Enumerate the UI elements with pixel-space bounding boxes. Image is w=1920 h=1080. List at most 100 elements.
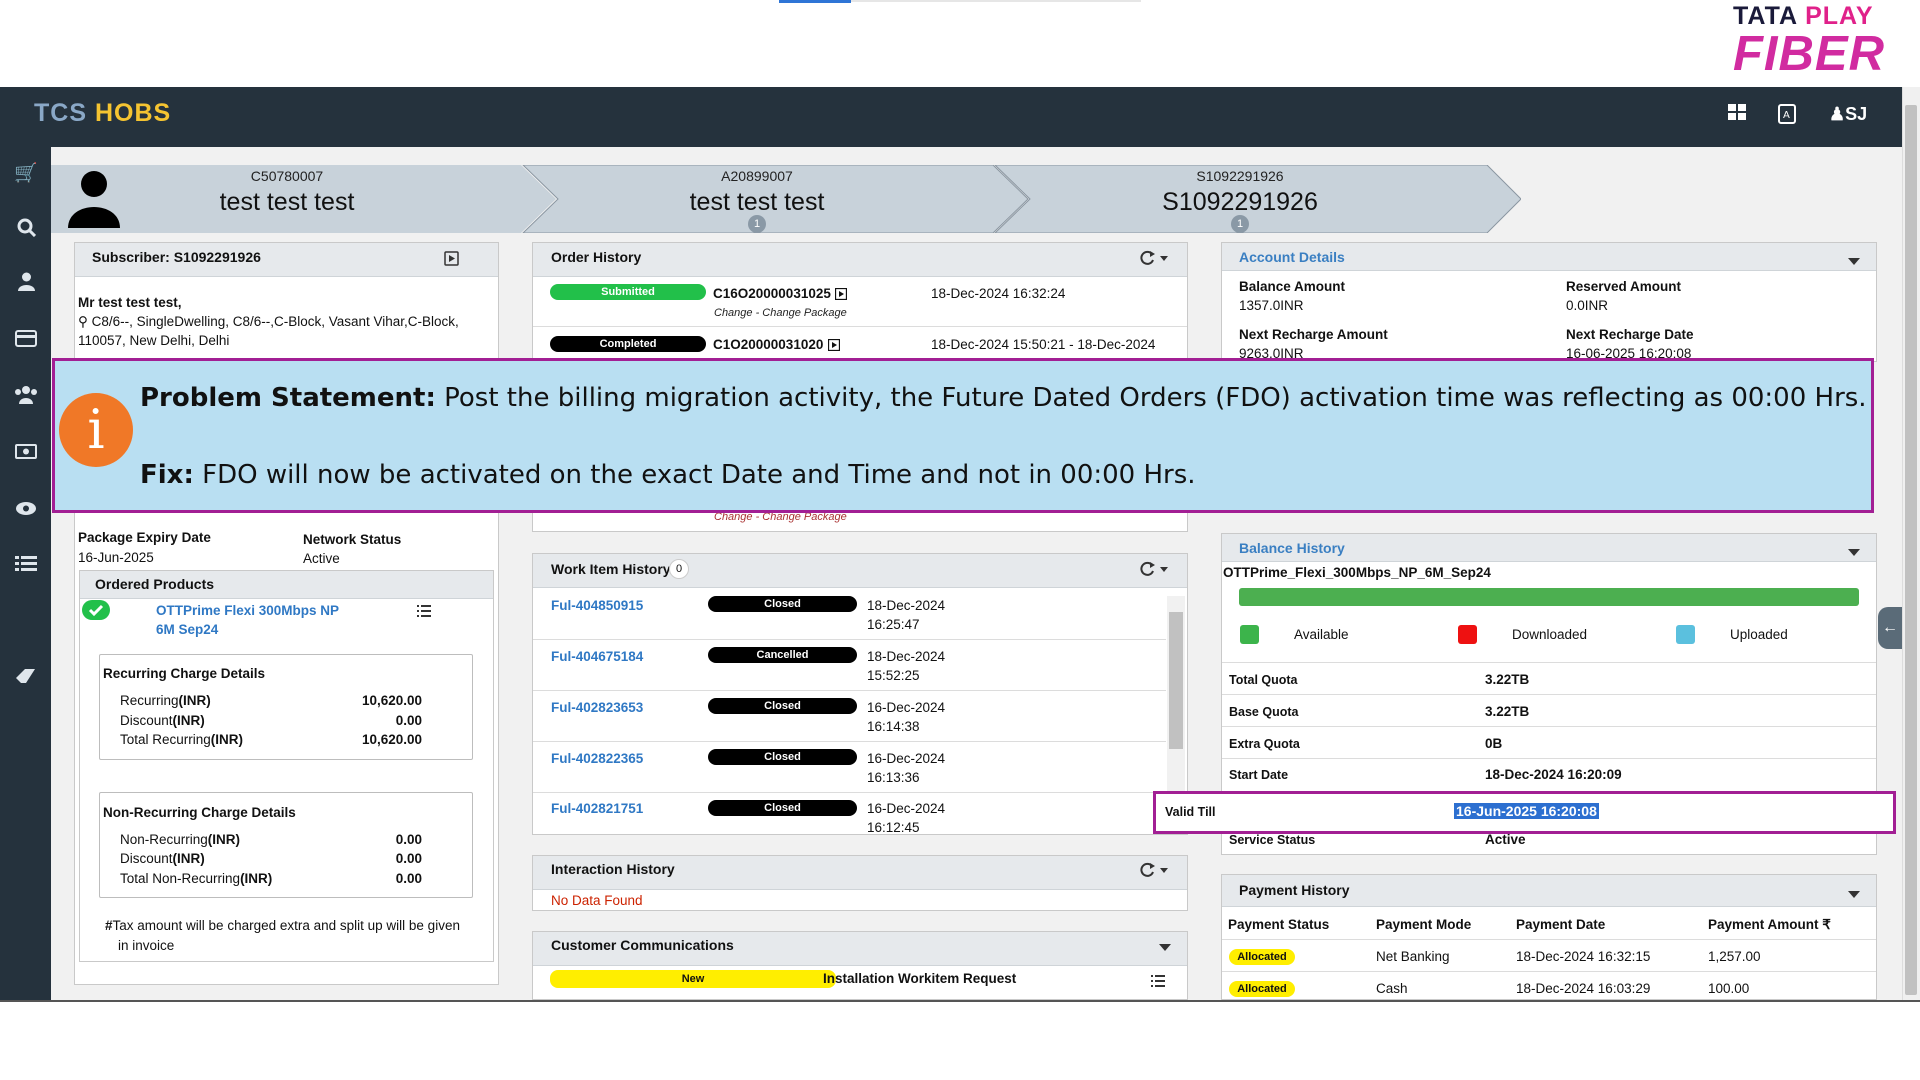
user-initials: SJ (1845, 104, 1868, 124)
non-recurring-discount-label: Discount(INR) (120, 851, 205, 866)
payment-mode: Net Banking (1376, 949, 1450, 964)
legend-uploaded-label: Uploaded (1730, 627, 1788, 642)
app-brand: TCS HOBS (34, 99, 172, 127)
col-payment-mode: Payment Mode (1376, 917, 1472, 932)
payment-amount: 1,257.00 (1708, 949, 1761, 964)
total-quota-label: Total Quota (1229, 673, 1298, 687)
work-item-link[interactable]: Ful-404675184 (551, 649, 643, 664)
order-open-icon-2[interactable] (827, 338, 841, 356)
eye-icon[interactable] (14, 500, 38, 522)
payment-date: 18-Dec-2024 16:03:29 (1516, 981, 1651, 996)
work-item-scroll-thumb[interactable] (1169, 612, 1183, 749)
side-panel-toggle[interactable]: ← (1878, 607, 1902, 649)
subscriber-title: Subscriber: S1092291926 (92, 249, 261, 265)
payment-history-title: Payment History (1239, 882, 1350, 898)
payment-row-separator (1222, 971, 1876, 972)
order-id-2[interactable]: C1O20000031020 (713, 337, 823, 352)
legend-downloaded-swatch (1458, 625, 1477, 644)
subscriber-address: ⚲ C8/6--, SingleDwelling, C8/6--,C-Block… (78, 314, 459, 329)
card-icon[interactable] (14, 330, 38, 353)
info-icon: i (59, 393, 133, 467)
recurring-label: Recurring(INR) (120, 693, 211, 708)
work-item-link[interactable]: Ful-402822365 (551, 751, 643, 766)
user-icon: ♟ (1829, 104, 1846, 124)
breadcrumb-subscription-badge: 1 (1231, 215, 1249, 233)
order-status-submitted: Submitted (550, 284, 706, 300)
payment-row-separator (1222, 939, 1876, 940)
work-item-link[interactable]: Ful-402821751 (551, 801, 643, 816)
app-topbar (0, 87, 1902, 147)
product-name-link[interactable]: OTTPrime Flexi 300Mbps NP (156, 603, 339, 618)
interaction-refresh-icon[interactable] (1140, 862, 1170, 883)
chevron-down-icon[interactable] (1848, 886, 1860, 904)
eraser-icon[interactable] (14, 668, 38, 690)
user-menu[interactable]: ♟SJ (1829, 104, 1867, 125)
ordered-products-title: Ordered Products (95, 576, 215, 592)
problem-statement-text: Problem Statement: Post the billing migr… (140, 383, 1867, 413)
breadcrumb-customer-name[interactable]: test test test (187, 188, 387, 217)
valid-till-value[interactable]: 16-Jun-2025 16:20:08 (1454, 803, 1599, 821)
work-item-time: 16:12:45 (867, 820, 920, 834)
chevron-down-icon[interactable] (1159, 939, 1171, 957)
location-pin-icon: ⚲ (78, 314, 88, 329)
customer-comms-title: Customer Communications (551, 937, 734, 953)
breadcrumb-subscription-name[interactable]: S1092291926 (1140, 188, 1340, 217)
money-icon[interactable] (14, 443, 38, 465)
balance-amount-value: 1357.0INR (1239, 298, 1304, 313)
order-date: 18-Dec-2024 16:32:24 (931, 286, 1066, 301)
work-item-time: 15:52:25 (867, 668, 920, 683)
total-non-recurring-label: Total Non-Recurring(INR) (120, 871, 273, 886)
total-recurring-label: Total Recurring(INR) (120, 732, 244, 747)
chevron-down-icon[interactable] (1848, 544, 1860, 562)
breadcrumb-account-badge: 1 (748, 215, 766, 233)
order-open-icon[interactable] (834, 287, 848, 305)
work-item-link[interactable]: Ful-402823653 (551, 700, 643, 715)
col-payment-date: Payment Date (1516, 917, 1606, 932)
page-scroll-thumb[interactable] (1905, 105, 1917, 995)
order-id[interactable]: C16O20000031025 (713, 286, 831, 301)
cart-icon[interactable]: 🛒 (14, 161, 38, 185)
breadcrumb-account-id: A20899007 (721, 168, 793, 184)
payment-amount: 100.00 (1708, 981, 1750, 996)
product-menu-icon[interactable] (417, 604, 431, 622)
translate-icon[interactable]: A (1778, 104, 1796, 129)
work-item-link[interactable]: Ful-404850915 (551, 598, 643, 613)
balance-row-separator (1222, 758, 1876, 759)
comm-list-icon[interactable] (1151, 974, 1165, 992)
work-item-date: 18-Dec-2024 (867, 598, 946, 613)
product-name-link-line2[interactable]: 6M Sep24 (156, 622, 218, 637)
package-expiry-value: 16-Jun-2025 (78, 550, 154, 565)
browser-tab-indicator (779, 0, 851, 3)
work-item-title: Work Item History (551, 561, 671, 577)
person-icon[interactable] (14, 272, 38, 297)
work-item-status: Cancelled (708, 647, 857, 663)
chevron-down-icon[interactable] (1848, 253, 1860, 271)
reserved-amount-value: 0.0INR (1566, 298, 1609, 313)
breadcrumb-account-name[interactable]: test test test (657, 188, 857, 217)
work-item-date: 16-Dec-2024 (867, 700, 946, 715)
non-recurring-label: Non-Recurring(INR) (120, 832, 241, 847)
list-icon[interactable] (14, 555, 38, 578)
refresh-icon[interactable] (1140, 250, 1170, 271)
extra-quota-label: Extra Quota (1229, 737, 1300, 751)
work-item-separator (533, 741, 1166, 742)
work-item-time: 16:25:47 (867, 617, 920, 632)
svg-text:A: A (1783, 110, 1790, 121)
check-circle-icon (82, 600, 110, 625)
work-item-status: Closed (708, 698, 857, 714)
search-icon[interactable] (14, 218, 38, 243)
expand-icon[interactable] (444, 251, 459, 271)
non-recurring-discount-value: 0.00 (395, 851, 422, 866)
extra-quota-value: 0B (1485, 736, 1503, 751)
balance-history-title: Balance History (1239, 540, 1345, 556)
work-item-date: 18-Dec-2024 (867, 649, 946, 664)
hash-icon: # (105, 918, 113, 933)
total-quota-value: 3.22TB (1485, 672, 1530, 687)
comm-text[interactable]: Installation Workitem Request (823, 971, 1016, 986)
work-item-refresh-icon[interactable] (1140, 561, 1170, 582)
grid-icon[interactable] (1728, 104, 1746, 128)
balance-amount-label: Balance Amount (1239, 279, 1346, 294)
start-date-label: Start Date (1229, 768, 1289, 782)
group-icon[interactable] (14, 385, 38, 410)
ordered-products-box (79, 570, 494, 962)
